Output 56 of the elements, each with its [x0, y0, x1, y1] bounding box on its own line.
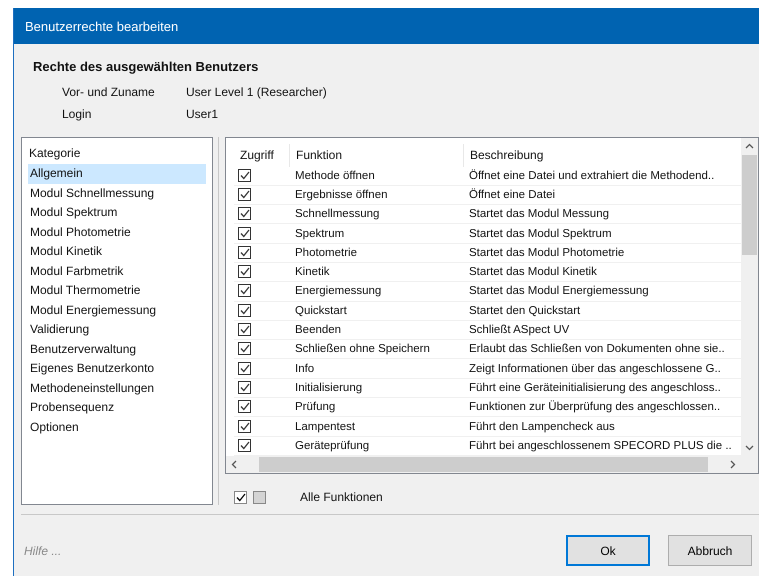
table-cell-text: Schließt ASpect UV [468, 324, 570, 336]
category-item[interactable]: Modul Farbmetrik [28, 262, 206, 281]
table-cell-text: Photometrie [294, 246, 358, 259]
category-item[interactable]: Modul Energiemessung [28, 300, 206, 320]
list-heading: Kategorie [29, 146, 82, 160]
table-cell-text: Funktionen zur Überprüfung des angeschlossen.. [468, 401, 722, 414]
cancel-button[interactable]: Abbruch [668, 535, 752, 566]
table-cell-text: Startet den Quickstart [468, 304, 582, 317]
category-item[interactable]: Modul Kinetik [28, 242, 206, 262]
table-cell-text: Schnellmessung [294, 208, 380, 220]
window-title: Benutzerrechte bearbeiten [14, 8, 759, 44]
table-cell-text: Führt eine Geräteinitialisierung des angeschloss.. [468, 382, 722, 394]
table-cell-text: Beenden [294, 324, 342, 336]
table-cell-text: Öffnet eine Datei [468, 188, 556, 201]
table-cell-text: Schließen ohne Speichern [294, 343, 431, 356]
category-item[interactable]: Modul Spektrum [28, 203, 206, 222]
table-cell-text: Öffnet eine Datei und extrahiert die Methodend.. [468, 170, 716, 182]
all-functions-label: Alle Funktionen [300, 490, 383, 504]
section-heading: Rechte des ausgewählten Benutzers [33, 59, 260, 74]
table-cell-text: Kinetik [294, 266, 331, 278]
category-item[interactable]: Probensequenz [28, 398, 206, 418]
column-header[interactable]: Zugriff [234, 144, 289, 167]
table-cell-text: Geräteprüfung [294, 440, 370, 452]
category-item[interactable]: Optionen [28, 418, 206, 437]
table-cell-text: Lampentest [294, 420, 356, 433]
table-cell-text: Energiemessung [294, 285, 382, 298]
table-cell-text: Zeigt Informationen über das angeschlossene G.. [468, 362, 722, 375]
category-item[interactable]: Modul Thermometrie [28, 281, 206, 300]
field-label: Vor- und Zuname [62, 85, 156, 99]
table-cell-text: Startet das Modul Kinetik [468, 266, 598, 278]
table-cell-text: Methode öffnen [294, 170, 376, 182]
table-cell-text: Initialisierung [294, 382, 364, 394]
table-cell-text: Führt den Lampencheck aus [468, 420, 616, 433]
table-cell-text: Erlaubt das Schließen von Dokumenten ohne sie.. [468, 343, 726, 356]
table-cell-text: Startet das Modul Messung [468, 208, 610, 220]
field-label: Login [62, 107, 92, 121]
table-cell-text: Ergebnisse öffnen [294, 188, 388, 201]
table-cell-text: Quickstart [294, 304, 348, 317]
category-item[interactable]: Modul Photometrie [28, 222, 206, 242]
field-value: User1 [186, 107, 220, 121]
category-item[interactable]: Methodeneinstellungen [28, 378, 206, 398]
table-cell-text: Führt bei angeschlossenem SPECORD PLUS die .. [468, 440, 733, 452]
field-value: User Level 1 (Researcher) [186, 85, 327, 99]
category-item[interactable]: Benutzerverwaltung [28, 340, 206, 359]
category-item[interactable]: Allgemein [28, 164, 206, 184]
category-item[interactable]: Validierung [28, 320, 206, 340]
column-header[interactable]: Funktion [289, 144, 463, 167]
category-item[interactable]: Eigenes Benutzerkonto [28, 359, 206, 378]
table-cell-text: Startet das Modul Spektrum [468, 228, 613, 240]
category-item[interactable]: Modul Schnellmessung [28, 184, 206, 203]
table-cell-text: Spektrum [294, 228, 346, 240]
table-cell-text: Info [294, 362, 316, 375]
ok-button[interactable]: Ok [566, 535, 650, 566]
table-cell-text: Startet das Modul Energiemessung [468, 285, 650, 298]
table-cell-text: Startet das Modul Photometrie [468, 246, 626, 259]
table-cell-text: Prüfung [294, 401, 336, 414]
